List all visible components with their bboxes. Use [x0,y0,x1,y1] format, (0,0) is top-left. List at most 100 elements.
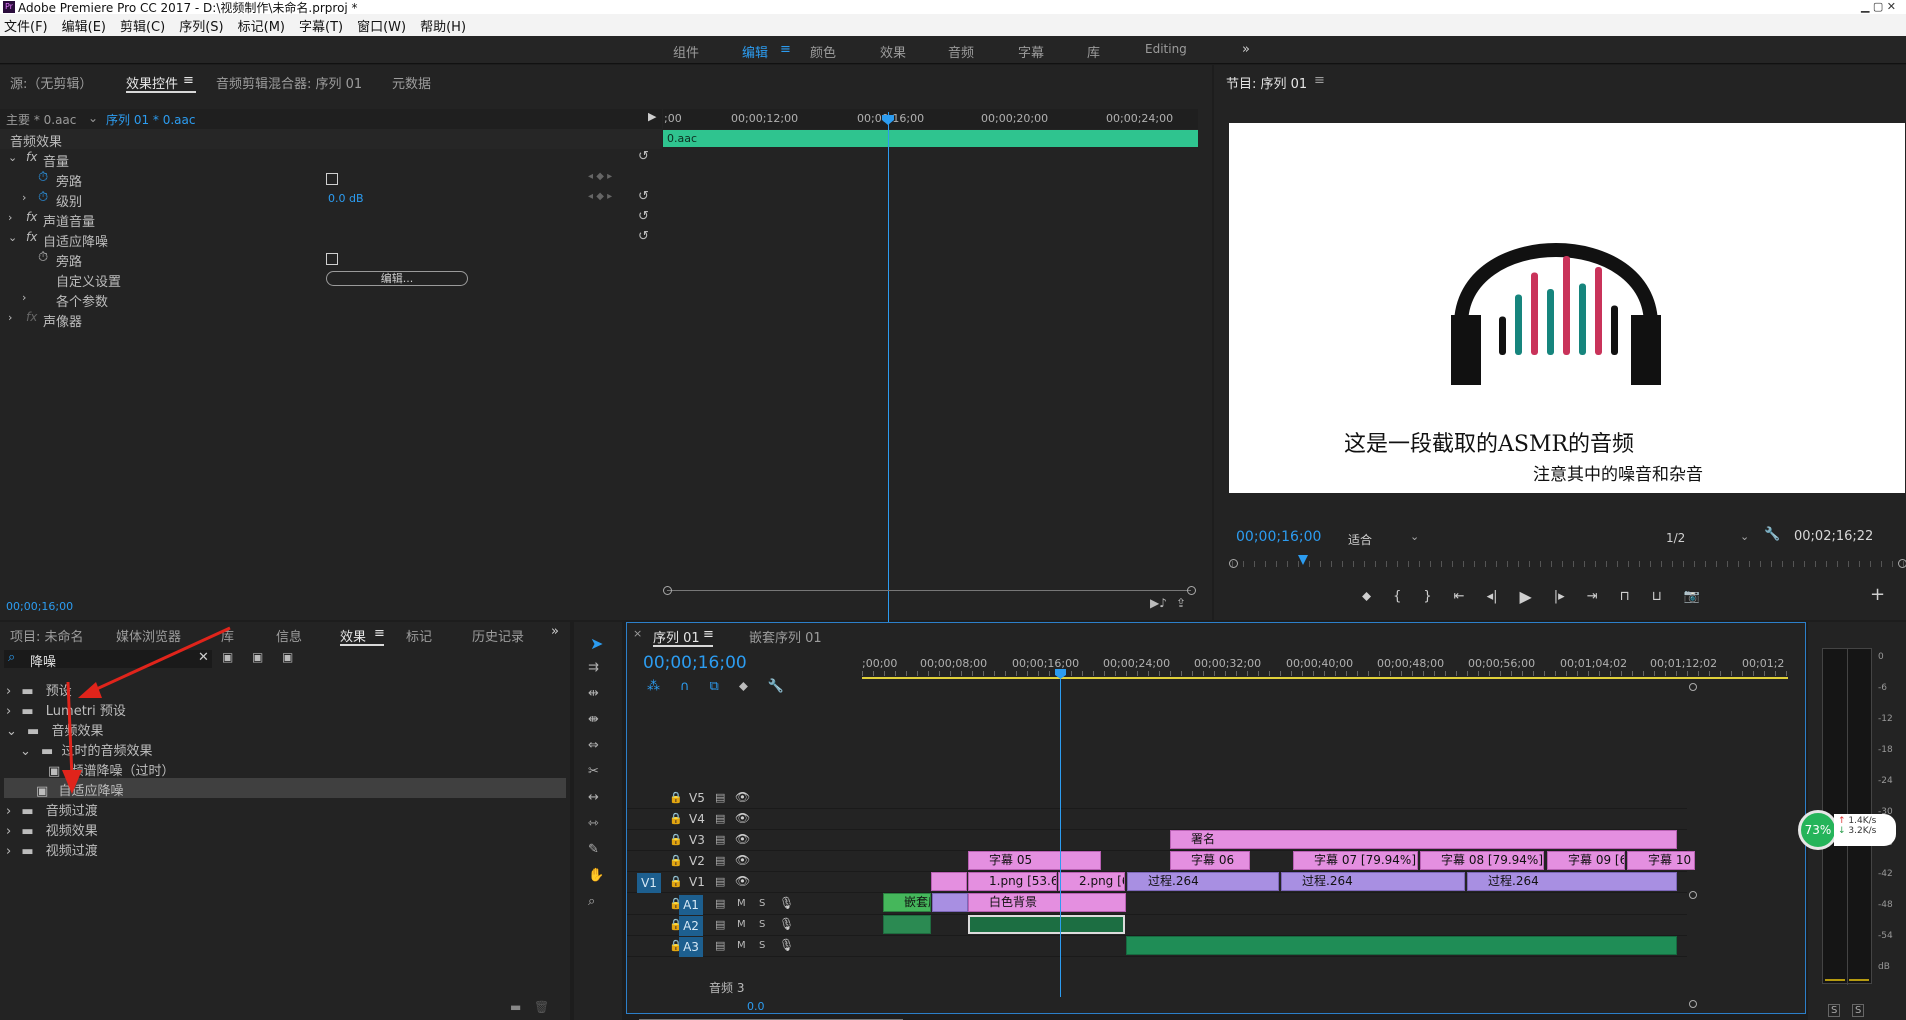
workspace-editing-en[interactable]: Editing [1145,42,1187,56]
go-to-out-icon[interactable]: ⇥ [1587,589,1598,604]
microphone-icon[interactable]: 🎙 [779,938,794,952]
mute-button[interactable]: M [737,898,746,909]
workspace-assembly[interactable]: 组件 [673,42,699,61]
keyframe-nav-icon[interactable]: ◂ ◆ ▸ [588,171,612,182]
tab-nested-seq[interactable]: 嵌套序列 01 [749,627,822,646]
tab-audio-mixer[interactable]: 音频剪辑混合器: 序列 01 [216,73,362,92]
workspace-color[interactable]: 颜色 [810,42,836,61]
ec-scrollbar[interactable] [663,585,1198,597]
reset-icon[interactable]: ↺ [638,149,649,164]
hand-tool-icon[interactable]: ✋ [588,868,604,883]
ec-ruler[interactable]: ;00 00;00;12;00 00;00;16;00 00;00;20;00 … [663,109,1198,129]
timeline-playhead[interactable] [1060,679,1061,997]
clip-subtitle-06[interactable]: 字幕 06 [1170,851,1250,870]
sync-lock-icon[interactable]: ▤ [715,875,725,888]
rate-stretch-icon[interactable]: ⇔ [588,738,599,753]
yuv-effects-icon[interactable]: ▣ [282,650,293,664]
tab-sequence-01[interactable]: 序列 01 [653,627,700,646]
chevron-right-icon[interactable]: › [22,291,26,304]
chevron-right-icon[interactable]: › [22,191,26,204]
eye-icon[interactable]: 👁 [735,790,750,804]
reset-icon[interactable]: ↺ [638,229,649,244]
clip-nested[interactable]: 嵌套序 [883,893,931,912]
lock-icon[interactable]: 🔒 [669,812,683,825]
menu-clip[interactable]: 剪辑(C) [120,16,165,35]
tree-item-video-effects[interactable]: › ▬ 视频效果 [6,820,98,839]
pen-tool-icon[interactable]: ✎ [588,842,599,857]
selection-tool-icon[interactable]: ➤ [590,634,603,653]
quality-select[interactable]: 1/2 [1666,531,1685,545]
program-scrubber[interactable] [1229,559,1906,569]
marker-icon[interactable]: ⬥ [1362,589,1371,604]
new-bin-icon[interactable]: ▬ [510,1000,521,1014]
timeline-ruler[interactable]: ;00;00 00;00;08;00 00;00;16;00 00;00;24;… [862,653,1797,679]
chevron-down-icon[interactable]: ⌄ [6,724,17,739]
workspace-editing[interactable]: 编辑 [742,42,768,61]
tab-source[interactable]: 源:（无剪辑） [10,73,92,92]
close-tab-icon[interactable]: × [633,627,642,640]
tab-effect-controls[interactable]: 效果控件 [126,73,178,92]
clip-subtitle-07[interactable]: 字幕 07 [79.94%] [1293,851,1418,870]
ec-playhead[interactable] [888,112,889,645]
tab-history[interactable]: 历史记录 [472,626,524,645]
tab-metadata[interactable]: 元数据 [392,73,431,92]
play-icon[interactable]: ▶ [1519,587,1531,606]
chevron-right-icon[interactable]: › [6,804,11,819]
clip-process-1[interactable]: 过程.264 [1127,872,1279,891]
fit-select[interactable]: 适合 [1348,531,1372,548]
stopwatch-icon[interactable]: ⏱ [38,250,48,265]
fx-icon[interactable]: fx [26,230,37,244]
clip-seq-label[interactable]: 序列 01 * 0.aac [106,111,195,128]
lock-icon[interactable]: 🔒 [669,833,683,846]
step-forward-icon[interactable]: |▸ [1554,589,1565,604]
search-input[interactable]: 降噪 [30,651,56,670]
track-label[interactable]: V5 [689,791,705,805]
eye-icon[interactable]: 👁 [735,832,750,846]
audio3-volume-value[interactable]: 0.0 [747,1000,765,1013]
bypass-checkbox[interactable] [326,173,338,185]
menu-title[interactable]: 字幕(T) [299,16,343,35]
vscroll-top[interactable] [1689,683,1697,691]
solo-button[interactable]: S [759,898,765,909]
menu-edit[interactable]: 编辑(E) [62,16,106,35]
sync-lock-icon[interactable]: ▤ [715,833,725,846]
chevron-down-icon[interactable]: ⌄ [8,231,17,244]
mute-button[interactable]: M [737,940,746,951]
solo-left-button[interactable]: S [1828,1004,1841,1017]
workspace-library[interactable]: 库 [1087,42,1100,61]
solo-button[interactable]: S [759,940,765,951]
track-label[interactable]: V4 [689,812,705,826]
workspace-overflow-icon[interactable]: » [1242,42,1250,57]
bypass-checkbox[interactable] [326,253,338,265]
rolling-edit-icon[interactable]: ⇼ [588,712,599,727]
clip-subtitle-10[interactable]: 字幕 10 [6 [1627,851,1695,870]
clip-white-bg[interactable]: 白色背景 [968,893,1126,912]
chevron-right-icon[interactable]: › [6,824,11,839]
chevron-right-icon[interactable]: › [8,311,12,324]
keyframe-nav-icon[interactable]: ◂ ◆ ▸ [588,191,612,202]
track-select-icon[interactable]: ⇉ [588,660,599,675]
solo-right-button[interactable]: S [1852,1004,1865,1017]
wrench-icon[interactable]: 🔧 [1764,527,1780,542]
expand-arrow-icon[interactable]: ▶ [648,110,656,123]
clip-png-2[interactable]: 2.png [68. [1058,872,1125,891]
chevron-right-icon[interactable]: › [8,211,12,224]
menu-marker[interactable]: 标记(M) [238,16,285,35]
razor-icon[interactable]: ✂ [588,764,599,779]
effect-volume[interactable]: ⌄ fx 音量 ↺ [0,149,662,170]
tab-menu-icon[interactable]: ≡ [703,627,714,642]
source-patch-v1[interactable]: V1 [637,873,661,893]
lift-icon[interactable]: ⊓ [1620,589,1630,604]
track-label[interactable]: V2 [689,854,705,868]
menu-help[interactable]: 帮助(H) [420,16,466,35]
program-title[interactable]: 节目: 序列 01 [1226,73,1307,92]
program-frame[interactable]: 这是一段截取的ASMR的音频 注意其中的噪音和杂音 [1229,123,1905,493]
tab-menu-icon[interactable]: ≡ [374,626,385,641]
sync-lock-icon[interactable]: ▤ [715,812,725,825]
clip-png-1[interactable]: 1.png [53.6%] [968,872,1057,891]
chevron-down-icon[interactable]: ⌄ [88,111,98,125]
window-controls[interactable]: ▁ ▢ ✕ [1861,0,1896,13]
clip-v2-small[interactable] [931,872,967,891]
effect-panner[interactable]: › fx 声像器 [0,309,662,330]
slip-icon[interactable]: ↔ [588,790,599,805]
